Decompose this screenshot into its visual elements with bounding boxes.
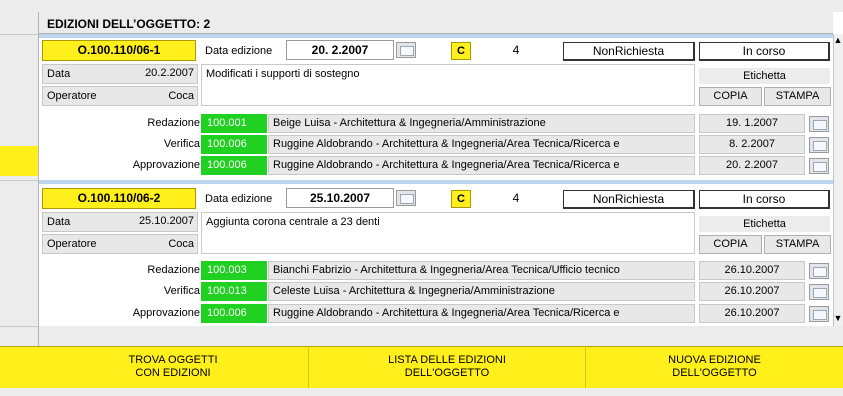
verifica-person: Celeste Luisa - Architettura & Ingegneri… <box>268 282 695 301</box>
trova-line-1: TROVA OGGETTI <box>128 354 218 366</box>
nuova-edizione-button[interactable]: NUOVA EDIZIONE DELL'OGGETTO <box>586 346 843 388</box>
scroll-up-arrow-icon[interactable]: ▲ <box>833 34 843 46</box>
page-title: EDIZIONI DELL’OGGETTO: 2 <box>39 12 833 34</box>
stampa-button[interactable]: STAMPA <box>764 87 831 106</box>
operatore-value: Coca <box>168 90 194 102</box>
approvazione-person: Ruggine Aldobrando - Architettura & Inge… <box>268 304 695 323</box>
redazione-label: Redazione <box>147 264 200 276</box>
edition-flag[interactable]: C <box>451 42 471 60</box>
trova-oggetti-button[interactable]: TROVA OGGETTI CON EDIZIONI <box>38 346 308 388</box>
redazione-label: Redazione <box>147 117 200 129</box>
empty-row <box>39 326 843 346</box>
calendar-icon[interactable] <box>809 306 829 322</box>
edition-flag[interactable]: C <box>451 190 471 208</box>
left-record-strip <box>0 12 38 396</box>
record-divider <box>0 34 38 35</box>
redazione-person: Bianchi Fabrizio - Architettura & Ingegn… <box>268 261 695 280</box>
data-label: Data <box>47 216 71 228</box>
copia-button[interactable]: COPIA <box>699 87 762 106</box>
redazione-code[interactable]: 100.003 <box>201 261 267 280</box>
edition-separator <box>39 34 833 38</box>
data-edizione-field[interactable]: 20. 2.2007 <box>286 40 394 60</box>
record-divider <box>0 326 38 327</box>
copia-button[interactable]: COPIA <box>699 235 762 254</box>
scrollbar[interactable] <box>833 34 843 326</box>
lista-edizioni-button[interactable]: LISTA DELLE EDIZIONI DELL'OGGETTO <box>309 346 585 388</box>
operatore-label: Operatore <box>47 90 97 102</box>
data-label: Data <box>47 68 71 80</box>
approvazione-label: Approvazione <box>132 159 200 171</box>
verifica-date[interactable]: 8. 2.2007 <box>699 135 805 154</box>
verifica-date[interactable]: 26.10.2007 <box>699 282 805 301</box>
lista-line-1: LISTA DELLE EDIZIONI <box>388 354 506 366</box>
richiesta-button[interactable]: NonRichiesta <box>563 190 695 209</box>
edition-number: 4 <box>512 43 520 57</box>
edition-note[interactable]: Modificati i supporti di sostegno <box>201 64 695 106</box>
approvazione-code[interactable]: 100.006 <box>201 304 267 323</box>
stato-button[interactable]: In corso <box>699 190 830 209</box>
calendar-icon[interactable] <box>809 158 829 174</box>
calendar-icon[interactable] <box>396 190 416 206</box>
window-top-bar <box>0 0 843 12</box>
redazione-date[interactable]: 19. 1.2007 <box>699 114 805 133</box>
data-edizione-field[interactable]: 25.10.2007 <box>286 188 394 208</box>
stato-button[interactable]: In corso <box>699 42 830 61</box>
data-edizione-label: Data edizione <box>205 193 273 205</box>
window-bottom-bar <box>0 388 843 396</box>
record-divider <box>0 180 38 181</box>
approvazione-code[interactable]: 100.006 <box>201 156 267 175</box>
verifica-code[interactable]: 100.006 <box>201 135 267 154</box>
approvazione-person: Ruggine Aldobrando - Architettura & Inge… <box>268 156 695 175</box>
verifica-code[interactable]: 100.013 <box>201 282 267 301</box>
calendar-icon[interactable] <box>809 137 829 153</box>
redazione-date[interactable]: 26.10.2007 <box>699 261 805 280</box>
current-record-marker <box>0 146 38 176</box>
richiesta-button[interactable]: NonRichiesta <box>563 42 695 61</box>
edition-number: 4 <box>512 191 520 205</box>
vertical-divider <box>38 12 39 346</box>
operatore-value: Coca <box>168 238 194 250</box>
edition-separator <box>39 180 833 184</box>
stampa-button[interactable]: STAMPA <box>764 235 831 254</box>
calendar-icon[interactable] <box>396 42 416 58</box>
operatore-label: Operatore <box>47 238 97 250</box>
data-value: 25.10.2007 <box>138 215 194 227</box>
trova-line-2: CON EDIZIONI <box>135 367 211 379</box>
edition-code[interactable]: O.100.110/06-2 <box>42 188 196 209</box>
nuova-line-2: DELL'OGGETTO <box>672 367 757 379</box>
scroll-down-arrow-icon[interactable]: ▼ <box>833 312 843 324</box>
verifica-label: Verifica <box>163 285 200 297</box>
calendar-icon[interactable] <box>809 116 829 132</box>
calendar-icon[interactable] <box>809 263 829 279</box>
calendar-icon[interactable] <box>809 284 829 300</box>
redazione-code[interactable]: 100.001 <box>201 114 267 133</box>
nuova-line-1: NUOVA EDIZIONE <box>668 354 761 366</box>
approvazione-label: Approvazione <box>132 307 200 319</box>
verifica-person: Ruggine Aldobrando - Architettura & Inge… <box>268 135 695 154</box>
approvazione-date[interactable]: 26.10.2007 <box>699 304 805 323</box>
edition-note[interactable]: Aggiunta corona centrale a 23 denti <box>201 212 695 254</box>
etichetta-label: Etichetta <box>699 68 830 84</box>
data-value: 20.2.2007 <box>145 67 194 79</box>
etichetta-label: Etichetta <box>699 216 830 232</box>
lista-line-2: DELL'OGGETTO <box>404 367 490 379</box>
approvazione-date[interactable]: 20. 2.2007 <box>699 156 805 175</box>
edition-code[interactable]: O.100.110/06-1 <box>42 40 196 61</box>
data-edizione-label: Data edizione <box>205 45 273 57</box>
redazione-person: Beige Luisa - Architettura & Ingegneria/… <box>268 114 695 133</box>
verifica-label: Verifica <box>163 138 200 150</box>
